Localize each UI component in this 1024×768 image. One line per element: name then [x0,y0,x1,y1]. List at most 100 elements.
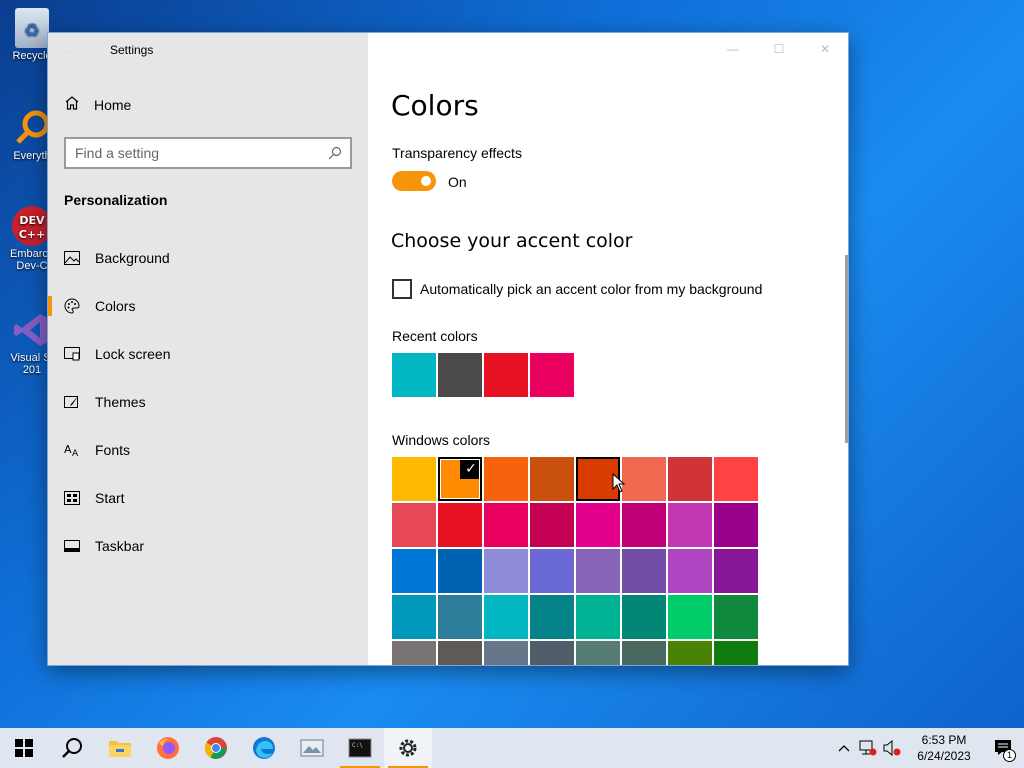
close-button[interactable]: ✕ [802,33,848,65]
windows-color-swatch[interactable] [438,641,482,665]
devcpp-icon: DEV C++ [12,206,52,246]
sidebar-item-themes[interactable]: Themes [48,382,368,422]
minimize-button[interactable]: — [710,33,756,65]
transparency-toggle[interactable] [392,171,436,191]
sidebar-item-colors[interactable]: Colors [48,286,368,326]
fonts-icon: AA [64,442,80,458]
windows-color-swatch[interactable] [714,457,758,501]
search-button[interactable] [48,728,96,768]
windows-color-swatch[interactable] [622,595,666,639]
windows-color-swatch[interactable] [484,549,528,593]
recent-color-swatch[interactable] [392,353,436,397]
windows-color-swatch[interactable] [530,457,574,501]
windows-color-swatch[interactable] [392,549,436,593]
taskbar-settings[interactable] [384,728,432,768]
windows-color-swatch[interactable] [530,549,574,593]
windows-color-swatch[interactable] [530,641,574,665]
windows-color-swatch[interactable] [392,595,436,639]
taskbar-edge[interactable] [240,728,288,768]
recent-color-swatch[interactable] [530,353,574,397]
maximize-button[interactable]: ☐ [756,33,802,65]
sidebar-item-background[interactable]: Background [48,238,368,278]
windows-color-swatch[interactable] [484,641,528,665]
network-icon[interactable] [856,728,880,768]
recent-color-swatch[interactable] [484,353,528,397]
windows-color-swatch[interactable] [438,503,482,547]
windows-colors-label: Windows colors [392,432,491,448]
search-box[interactable] [64,137,352,169]
window-controls: — ☐ ✕ [710,33,848,65]
windows-color-swatch[interactable] [668,503,712,547]
windows-color-swatch[interactable] [438,549,482,593]
chevron-up-icon[interactable] [832,728,856,768]
notification-badge: 1 [1003,749,1016,762]
windows-color-swatch[interactable] [484,595,528,639]
window-title: Settings [110,43,154,57]
back-arrow-icon[interactable]: ← [60,41,84,57]
taskbar-firefox[interactable] [144,728,192,768]
sidebar: Home Personalization Background Colors [48,33,368,665]
windows-color-swatch[interactable] [622,549,666,593]
nav-home[interactable]: Home [64,95,131,114]
windows-color-swatch[interactable] [622,503,666,547]
photos-icon [300,739,324,757]
auto-pick-label: Automatically pick an accent color from … [420,281,763,297]
volume-muted-icon[interactable] [880,728,904,768]
taskbar-chrome[interactable] [192,728,240,768]
windows-color-swatch[interactable] [668,457,712,501]
clock-time: 6:53 PM [921,733,967,747]
transparency-label: Transparency effects [392,145,522,161]
recent-colors [392,353,574,397]
windows-color-swatch[interactable] [668,595,712,639]
windows-color-swatch[interactable] [576,549,620,593]
windows-color-swatch[interactable] [576,641,620,665]
page-title: Colors [391,89,479,122]
system-tray: 6:53 PM 6/24/2023 1 [832,728,1024,768]
windows-color-swatch[interactable] [714,549,758,593]
windows-color-swatch[interactable] [530,595,574,639]
file-explorer-icon [109,741,131,757]
sidebar-item-taskbar[interactable]: Taskbar [48,526,368,566]
windows-color-swatch[interactable] [576,595,620,639]
windows-color-swatch[interactable] [392,503,436,547]
sidebar-item-fonts[interactable]: AA Fonts [48,430,368,470]
sidebar-item-lock-screen[interactable]: Lock screen [48,334,368,374]
windows-color-swatch[interactable] [714,641,758,665]
search-icon [62,738,82,758]
windows-color-swatch[interactable] [622,457,666,501]
auto-pick-checkbox[interactable] [392,279,412,299]
recent-color-swatch[interactable] [438,353,482,397]
windows-color-swatch[interactable] [668,549,712,593]
sidebar-item-label: Themes [95,394,146,410]
windows-color-swatch[interactable] [392,457,436,501]
taskbar-photos[interactable] [288,728,336,768]
taskbar: C:\ 6:53 PM 6/24/2023 1 [0,728,1024,768]
windows-color-swatch[interactable] [714,503,758,547]
windows-color-swatch[interactable] [438,595,482,639]
clock-date: 6/24/2023 [917,749,971,763]
picture-icon [64,250,80,266]
scrollbar[interactable] [845,255,848,443]
svg-text:DEV: DEV [19,214,45,227]
notification-center-button[interactable]: 1 [984,728,1024,768]
windows-color-swatch[interactable] [622,641,666,665]
windows-color-swatch[interactable] [530,503,574,547]
windows-color-swatch[interactable] [668,641,712,665]
clock[interactable]: 6:53 PM 6/24/2023 [904,732,984,764]
search-input[interactable] [66,139,316,167]
windows-color-swatch[interactable] [484,457,528,501]
windows-color-swatch[interactable]: ✓ [438,457,482,501]
taskbar-terminal[interactable]: C:\ [336,728,384,768]
windows-color-swatch[interactable] [576,503,620,547]
home-icon [64,95,80,114]
windows-color-swatch[interactable] [714,595,758,639]
sidebar-item-start[interactable]: Start [48,478,368,518]
sidebar-item-label: Background [95,250,170,266]
toggle-state: On [448,174,467,190]
taskbar-file-explorer[interactable] [96,728,144,768]
windows-color-swatch[interactable] [484,503,528,547]
taskbar-icon [64,538,80,554]
windows-color-swatch[interactable] [392,641,436,665]
start-button[interactable] [0,728,48,768]
windows-colors: ✓ [392,457,758,665]
